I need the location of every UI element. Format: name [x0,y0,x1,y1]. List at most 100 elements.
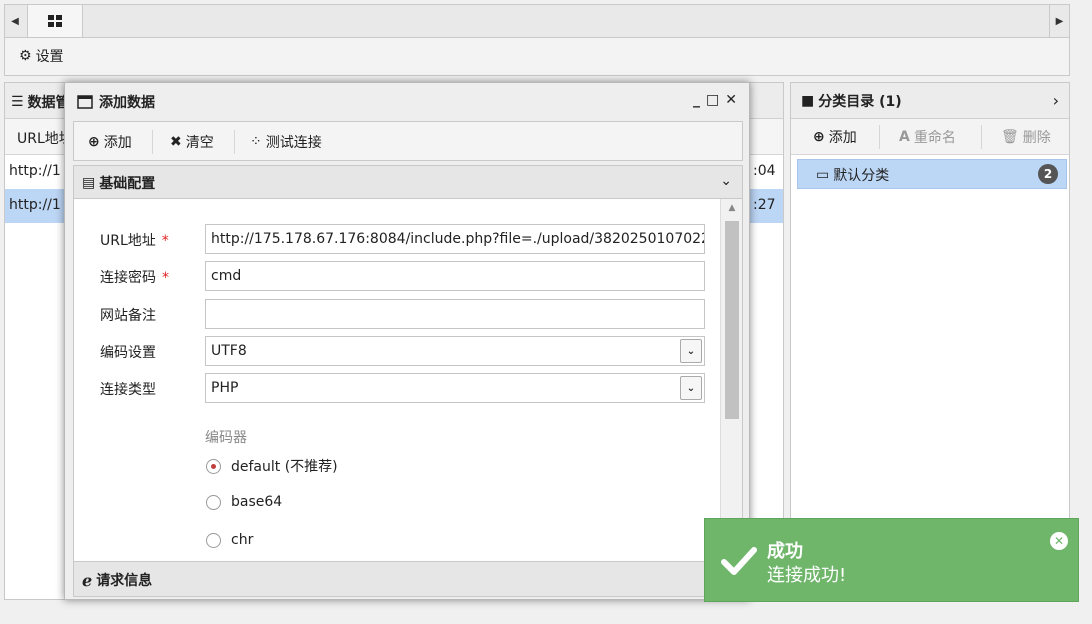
encoder-option-chr[interactable]: chr [206,532,253,548]
minimize-icon[interactable]: _ [693,92,700,108]
toast-title: 成功 [767,541,803,562]
password-field[interactable]: cmd [205,261,705,291]
grid-icon [48,15,62,27]
clear-button[interactable]: ✖ 清空 [170,132,214,152]
scroll-up-icon[interactable]: ▲ [721,201,742,215]
dialog-toolbar: ⊕ 添加 ✖ 清空 ⁘ 测试连接 [73,121,743,161]
count-badge: 2 [1038,164,1058,184]
add-label: 添加 [103,135,132,151]
maximize-icon[interactable]: □ [706,92,719,108]
window-icon [77,95,93,109]
file-icon: ▤ [82,175,96,191]
required-mark: * [162,270,169,286]
category-rename-button[interactable]: A 重命名 [899,127,956,147]
url-label: URL地址 * [100,230,169,250]
scroll-right-icon[interactable]: ▶ [1049,5,1069,37]
encoder-option-label: default (不推荐) [231,459,338,475]
request-info-header[interactable]: ℯ 请求信息 [73,561,743,597]
success-toast: 成功 连接成功! ✕ [704,518,1079,602]
type-value: PHP [211,380,239,396]
tab-home[interactable] [27,5,83,37]
encoding-select[interactable]: UTF8 ⌄ [205,336,705,366]
trash-icon: 🗑 [1001,129,1019,145]
request-info-title: ℯ 请求信息 [82,570,152,590]
radio-icon[interactable] [206,532,221,548]
add-button[interactable]: ⊕ 添加 [88,132,132,152]
category-add-label: 添加 [828,130,857,146]
basic-config-title: ▤ 基础配置 [82,173,155,193]
gear-icon: ⚙ [19,48,32,64]
settings-label: 设置 [35,49,64,65]
encoding-value: UTF8 [211,343,247,359]
note-field[interactable] [205,299,705,329]
encoder-title: 编码器 [205,430,247,446]
list-icon: ☰ [11,94,24,110]
note-label: 网站备注 [100,308,156,324]
encoder-option-base64[interactable]: base64 [206,494,282,510]
chevron-down-icon[interactable]: ⌄ [680,339,702,363]
font-icon: A [899,129,910,145]
url-field[interactable]: http://175.178.67.176:8084/include.php?f… [205,224,705,254]
basic-config-form: URL地址 * http://175.178.67.176:8084/includ… [73,199,743,561]
test-connection-button[interactable]: ⁘ 测试连接 [250,132,322,152]
test-connection-label: 测试连接 [265,135,322,151]
encoding-label: 编码设置 [100,345,156,361]
request-info-text: 请求信息 [96,573,153,589]
folder-icon: ■ [801,93,815,109]
category-delete-button[interactable]: 🗑 删除 [1001,127,1051,147]
scroll-thumb[interactable] [725,221,739,419]
window-controls: _ □ ✕ [693,92,737,108]
radio-icon[interactable] [206,494,221,510]
category-header: ■ 分类目录 (1) › [791,83,1069,119]
category-item-label: ▭ 默认分类 [816,165,889,185]
checkmark-icon [721,547,757,575]
type-label: 连接类型 [100,382,156,398]
close-icon[interactable]: ✕ [1050,532,1068,550]
data-panel-title: ☰ 数据管 [11,92,70,112]
close-icon[interactable]: ✕ [725,92,737,108]
radio-selected-icon[interactable] [206,458,221,474]
url-label-text: URL地址 [100,233,156,249]
basic-config-text: 基础配置 [99,176,156,192]
connection-type-select[interactable]: PHP ⌄ [205,373,705,403]
encoder-option-default[interactable]: default (不推荐) [206,456,338,476]
row-time: :04 [753,163,776,179]
category-toolbar: ⊕ 添加 A 重命名 🗑 删除 [791,119,1069,155]
folder-open-icon: ▭ [816,167,830,183]
password-value: cmd [211,268,242,284]
chevron-down-icon[interactable]: ⌄ [720,173,732,189]
tab-strip: ◀ ▶ [4,4,1070,38]
scroll-left-icon[interactable]: ◀ [5,5,25,37]
plus-circle-icon: ⊕ [88,134,100,150]
toolbar-divider [152,130,153,154]
dialog-header[interactable]: 添加数据 _ □ ✕ [65,83,749,119]
password-label: 连接密码 * [100,267,169,287]
password-label-text: 连接密码 [100,270,156,286]
category-delete-label: 删除 [1022,130,1051,146]
encoder-option-label: chr [231,532,254,548]
toolbar-divider [981,125,982,149]
dialog-title-text: 添加数据 [99,95,155,111]
spinner-icon: ⁘ [250,134,262,150]
collapse-chevron-icon[interactable]: › [1053,91,1059,110]
settings-button[interactable]: ⚙ 设置 [19,46,64,66]
row-time: :27 [753,197,776,213]
basic-config-header[interactable]: ▤ 基础配置 ⌄ [73,165,743,199]
category-add-button[interactable]: ⊕ 添加 [813,127,857,147]
row-url: http://1 [9,197,61,213]
required-mark: * [161,233,169,249]
dialog-title: 添加数据 [77,92,155,112]
category-rename-label: 重命名 [913,130,956,146]
form-scrollbar[interactable]: ▲ [720,199,742,561]
category-item-default[interactable]: ▭ 默认分类 2 [797,159,1067,189]
row-url: http://1 [9,163,61,179]
category-title-text: 分类目录 (1) [818,94,902,110]
category-title: ■ 分类目录 (1) [801,91,902,111]
ie-icon: ℯ [82,570,93,590]
toolbar-divider [879,125,880,149]
category-item-text: 默认分类 [833,168,890,184]
toast-message: 连接成功! [767,565,847,586]
plus-circle-icon: ⊕ [813,129,825,145]
chevron-down-icon[interactable]: ⌄ [680,376,702,400]
toolbar-divider [234,130,235,154]
